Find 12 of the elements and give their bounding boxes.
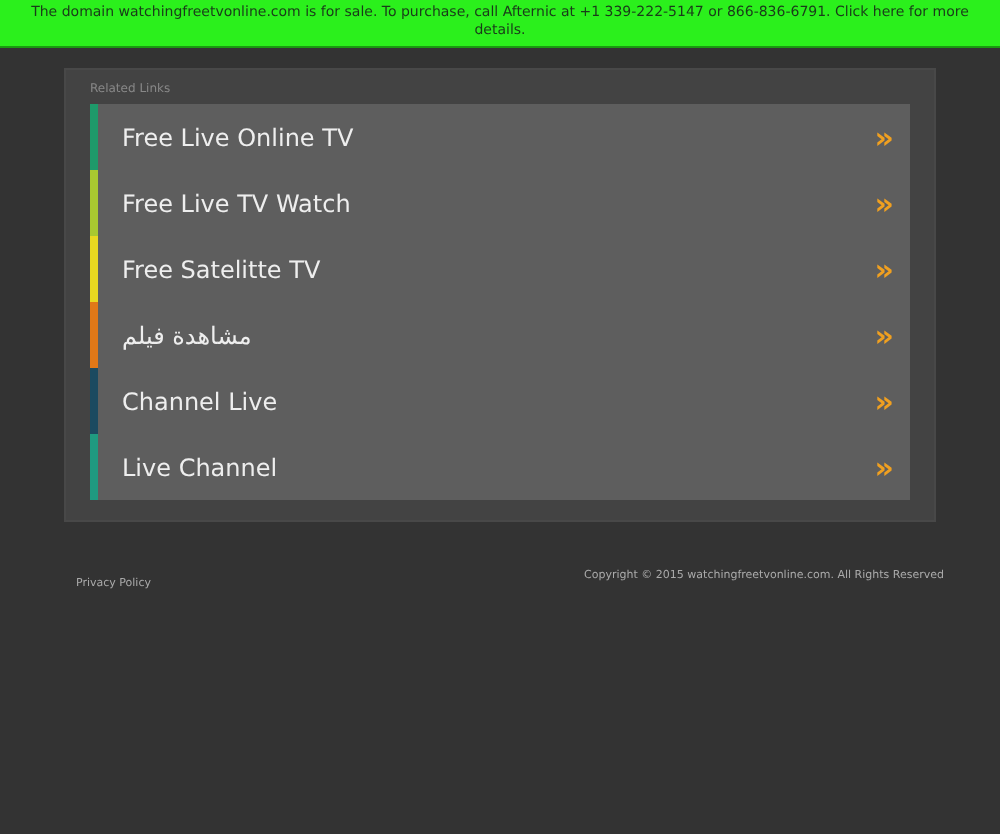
related-link[interactable]: Live Channel » (90, 434, 910, 500)
related-link[interactable]: Channel Live » (90, 368, 910, 434)
related-link[interactable]: Free Live TV Watch » (90, 170, 910, 236)
chevron-icon: » (874, 251, 894, 287)
related-link[interactable]: مشاهدة فيلم » (90, 302, 910, 368)
related-link[interactable]: Free Live Online TV » (90, 104, 910, 170)
chevron-icon: » (874, 449, 894, 485)
chevron-icon: » (874, 119, 894, 155)
chevron-icon: » (874, 185, 894, 221)
chevron-icon: » (874, 383, 894, 419)
chevron-icon: » (874, 317, 894, 353)
related-link[interactable]: Free Satelitte TV » (90, 236, 910, 302)
